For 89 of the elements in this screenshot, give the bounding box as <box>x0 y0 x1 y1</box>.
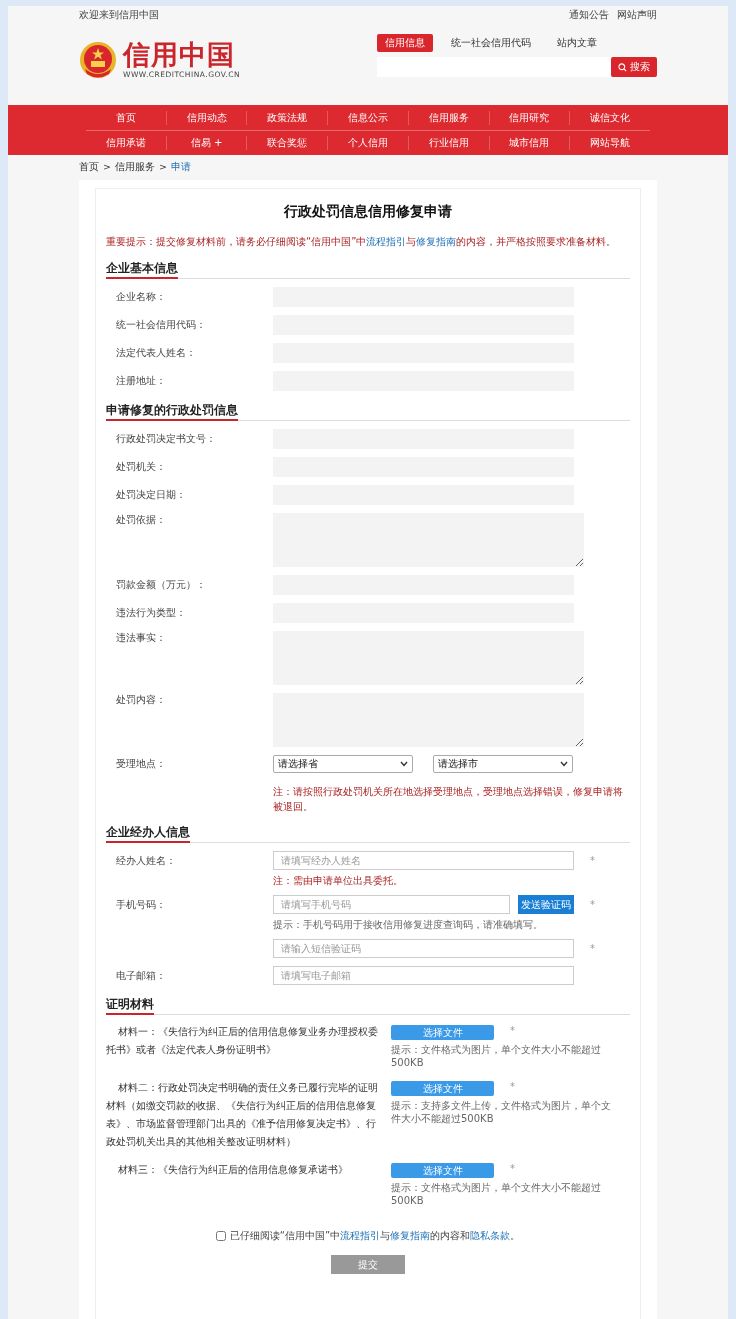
text-area[interactable] <box>273 631 584 685</box>
required-mark: * <box>510 1081 515 1092</box>
form-title: 行政处罚信息信用修复申请 <box>283 203 453 221</box>
breadcrumb-separator: > <box>103 161 111 174</box>
nav-link[interactable]: 城市信用 <box>488 136 570 150</box>
notice-link[interactable]: 流程指引 <box>366 236 407 247</box>
search-field[interactable] <box>377 57 611 77</box>
nav-link[interactable]: 信用动态 <box>165 110 247 125</box>
field-label: 违法事实： <box>115 631 167 645</box>
choose-file-button[interactable]: 选择文件 <box>391 1025 494 1040</box>
text-area[interactable] <box>273 513 584 567</box>
notice-link[interactable]: 修复指南 <box>416 236 457 247</box>
required-mark: * <box>590 855 595 866</box>
site-logo-name[interactable]: 信用中国 <box>123 40 241 70</box>
agreement-text: 已仔细阅读“信用中国”中流程指引与修复指南的内容和隐私条款。 <box>229 1229 521 1243</box>
nav-link[interactable]: 信用服务 <box>407 110 489 125</box>
required-mark: * <box>510 1025 515 1036</box>
field-label: 处罚机关： <box>115 460 167 474</box>
warning-note: 注：需由申请单位出具委托。 <box>273 875 403 886</box>
search-button[interactable]: 搜索 <box>611 57 657 77</box>
field-label: 处罚决定日期： <box>115 488 187 502</box>
search-tab[interactable]: 站内文章 <box>549 34 605 52</box>
nav-link[interactable]: 行业信用 <box>407 136 489 150</box>
choose-file-button[interactable]: 选择文件 <box>391 1081 494 1096</box>
field-label: 企业名称： <box>115 290 167 304</box>
nav-link[interactable]: 信用研究 <box>488 110 570 125</box>
chevron-down-icon <box>400 761 408 767</box>
hint-text: 提示：文件格式为图片，单个文件大小不能超过500KB <box>391 1043 602 1069</box>
section-header: 企业经办人信息 <box>106 821 630 843</box>
material-description: 材料三：《失信行为纠正后的信用信息修复承诺书》 <box>117 1163 349 1177</box>
agreement-checkbox[interactable] <box>215 1231 226 1241</box>
field-label: 电子邮箱： <box>115 968 167 983</box>
nav-link[interactable]: 首页 <box>86 110 166 125</box>
field-label: 罚款金额（万元）： <box>115 578 207 592</box>
search-tab[interactable]: 信用信息 <box>377 34 433 52</box>
breadcrumb-link[interactable]: 信用服务 <box>114 161 155 174</box>
agreement-link[interactable]: 修复指南 <box>390 1230 431 1241</box>
text-area[interactable] <box>273 693 584 747</box>
hint-text: 提示：手机号码用于接收信用修复进度查询码，请准确填写。 <box>273 919 543 930</box>
field-label: 法定代表人姓名： <box>115 346 197 360</box>
field-label: 经办人姓名： <box>115 853 177 868</box>
field-label: 行政处罚决定书文号： <box>115 432 217 446</box>
nav-link[interactable]: 联合奖惩 <box>246 136 328 150</box>
field-label: 受理地点： <box>115 757 167 771</box>
warning-note: 注：请按照行政处罚机关所在地选择受理地点，受理地点选择错误，修复申请将被退回。 <box>273 786 623 812</box>
nav-link[interactable]: 信息公示 <box>327 110 408 125</box>
nav-link[interactable]: 诚信文化 <box>569 110 651 125</box>
chevron-down-icon <box>560 761 568 767</box>
important-notice: 重要提示：提交修复材料前，请务必仔细阅读“信用中国”中流程指引与修复指南的内容，并严格按照要求准备材料。 <box>106 235 618 249</box>
nav-link[interactable]: 信易 + <box>165 136 247 150</box>
field-label: 处罚内容： <box>115 693 167 707</box>
field-label: 处罚依据： <box>115 513 167 527</box>
material-description: 材料二：行政处罚决定书明确的责任义务已履行完毕的证明材料（如缴交罚款的收据、《失信行为纠正后的信用信息修复表》、市场监督管理部门出具的《准予信用修复决定书》、行政处罚机关出具的其他相关整改证明材料） <box>106 1081 379 1149</box>
breadcrumb-link[interactable]: 申请 <box>170 161 191 174</box>
section-header: 企业基本信息 <box>106 257 630 279</box>
search-tab[interactable]: 统一社会信用代码 <box>443 34 539 52</box>
submit-button[interactable]: 提交 <box>331 1255 405 1274</box>
nav-link[interactable]: 信用承诺 <box>86 136 166 150</box>
section-header: 证明材料 <box>106 993 630 1015</box>
choose-file-button[interactable]: 选择文件 <box>391 1163 494 1178</box>
field-label: 统一社会信用代码： <box>115 318 207 332</box>
hint-text: 提示：支持多文件上传，文件格式为图片，单个文件大小不能超过500KB <box>391 1099 611 1125</box>
top-link[interactable]: 网站声明 <box>617 8 657 22</box>
emblem-icon <box>79 40 117 79</box>
search-icon <box>618 62 627 72</box>
field-label: 违法行为类型： <box>115 606 187 620</box>
field-label: 注册地址： <box>115 374 167 388</box>
required-mark: * <box>590 943 595 954</box>
breadcrumb-separator: > <box>158 161 167 174</box>
send-code-button[interactable]: 发送验证码 <box>518 895 574 914</box>
input-field[interactable]: 请填写电子邮箱 <box>273 966 574 985</box>
nav-link[interactable]: 个人信用 <box>327 136 408 150</box>
section-header: 申请修复的行政处罚信息 <box>106 399 630 421</box>
agreement-link[interactable]: 流程指引 <box>340 1230 381 1241</box>
field-label: 手机号码： <box>115 897 167 912</box>
top-link[interactable]: 通知公告 <box>569 8 609 22</box>
material-description: 材料一：《失信行为纠正后的信用信息修复业务办理授权委托书》或者《法定代表人身份证明书》 <box>106 1025 379 1057</box>
dropdown[interactable]: 请选择市 <box>433 755 573 773</box>
required-mark: * <box>590 899 595 910</box>
hint-text: 提示：文件格式为图片，单个文件大小不能超过500KB <box>391 1181 602 1207</box>
input-field[interactable]: 请输入短信验证码 <box>273 939 574 958</box>
input-field[interactable]: 请填写经办人姓名 <box>273 851 574 870</box>
greeting-text: 欢迎来到信用中国 <box>79 8 159 22</box>
input-field[interactable]: 请填写手机号码 <box>273 895 510 914</box>
required-mark: * <box>510 1163 515 1174</box>
nav-link[interactable]: 网站导航 <box>569 136 651 150</box>
breadcrumb-link[interactable]: 首页 <box>79 161 99 174</box>
nav-link[interactable]: 政策法规 <box>246 110 328 125</box>
dropdown[interactable]: 请选择省 <box>273 755 413 773</box>
